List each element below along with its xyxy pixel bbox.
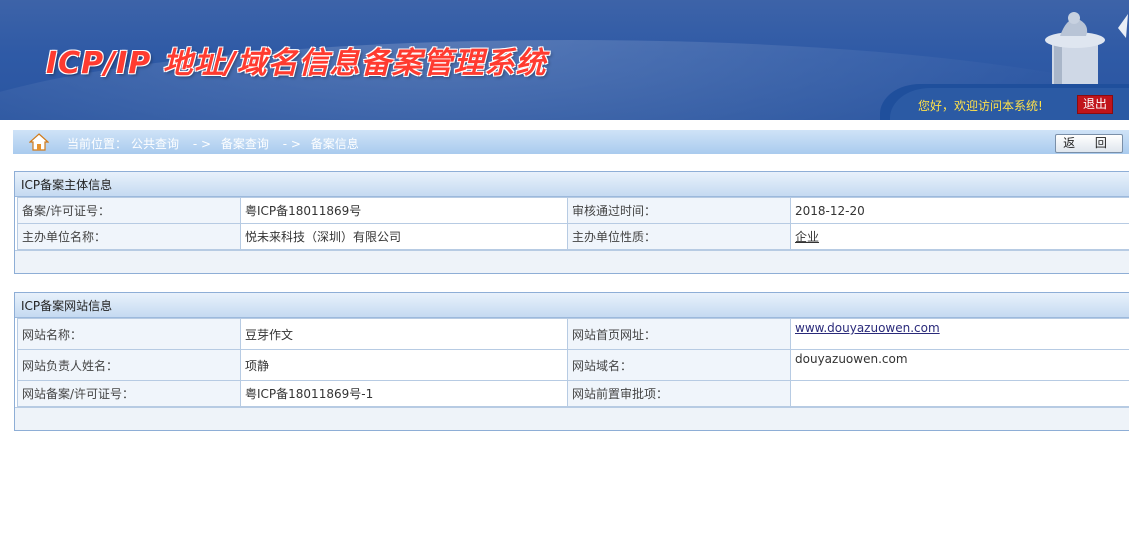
homepage-url-cell: www.douyazuowen.com <box>790 318 1129 350</box>
panel-title: ICP备案网站信息 <box>15 293 1129 318</box>
website-info-panel: ICP备案网站信息 网站名称： 豆芽作文 网站首页网址： www.douyazu… <box>14 292 1129 431</box>
header-banner: ICP/IP 地址/域名信息备案管理系统 您好，欢迎访问本系统! 退出 <box>0 0 1129 120</box>
pre-approval-items <box>790 380 1129 407</box>
organizer-type: 企业 <box>790 223 1129 250</box>
website-domain: douyazuowen.com <box>790 349 1129 381</box>
table-row: 备案/许可证号： 粤ICP备18011869号 审核通过时间： 2018-12-… <box>17 197 1129 224</box>
table-row: 主办单位名称： 悦未来科技（深圳）有限公司 主办单位性质： 企业 <box>17 223 1129 250</box>
logout-button[interactable]: 退出 <box>1077 95 1113 114</box>
organizer-type-text: 企业 <box>795 230 820 244</box>
entity-info-panel: ICP备案主体信息 备案/许可证号： 粤ICP备18011869号 审核通过时间… <box>14 171 1129 274</box>
panel-title: ICP备案主体信息 <box>15 172 1129 197</box>
breadcrumb-text: 当前位置： 公共查询 - > 备案查询 - > 备案信息 <box>67 135 363 152</box>
breadcrumb-item: 备案信息 <box>310 137 359 151</box>
breadcrumb-item: 公共查询 <box>131 137 180 151</box>
license-number: 粤ICP备18011869号 <box>240 197 568 224</box>
field-label: 网站名称： <box>17 318 241 350</box>
home-icon[interactable] <box>29 133 49 151</box>
organizer-name: 悦未来科技（深圳）有限公司 <box>240 223 568 250</box>
field-label: 审核通过时间： <box>567 197 791 224</box>
field-label: 网站负责人姓名： <box>17 349 241 381</box>
table-row: 网站备案/许可证号： 粤ICP备18011869号-1 网站前置审批项： <box>17 380 1129 407</box>
field-label: 备案/许可证号： <box>17 197 241 224</box>
field-label: 网站备案/许可证号： <box>17 380 241 407</box>
entity-info-table: 备案/许可证号： 粤ICP备18011869号 审核通过时间： 2018-12-… <box>17 197 1129 250</box>
homepage-url-link[interactable]: www.douyazuowen.com <box>795 321 940 335</box>
panel-footer <box>15 407 1129 430</box>
back-button[interactable]: 返 回 <box>1055 134 1123 153</box>
system-title: ICP/IP 地址/域名信息备案管理系统 <box>46 46 547 81</box>
field-label: 网站前置审批项： <box>567 380 791 407</box>
breadcrumb-separator: - > <box>282 137 301 151</box>
website-info-table: 网站名称： 豆芽作文 网站首页网址： www.douyazuowen.com 网… <box>17 318 1129 407</box>
breadcrumb-item: 备案查询 <box>220 137 269 151</box>
website-license-number: 粤ICP备18011869号-1 <box>240 380 568 407</box>
welcome-text: 您好，欢迎访问本系统! <box>918 99 1043 113</box>
website-owner: 项静 <box>240 349 568 381</box>
field-label: 主办单位性质： <box>567 223 791 250</box>
breadcrumb: 当前位置： 公共查询 - > 备案查询 - > 备案信息 <box>13 130 1129 154</box>
panel-footer <box>15 250 1129 273</box>
field-label: 网站域名： <box>567 349 791 381</box>
field-label: 网站首页网址： <box>567 318 791 350</box>
website-name: 豆芽作文 <box>240 318 568 350</box>
field-label: 主办单位名称： <box>17 223 241 250</box>
breadcrumb-prefix: 当前位置： <box>67 137 128 151</box>
breadcrumb-separator: - > <box>192 137 212 151</box>
table-row: 网站名称： 豆芽作文 网站首页网址： www.douyazuowen.com <box>17 318 1129 350</box>
table-row: 网站负责人姓名： 项静 网站域名： douyazuowen.com <box>17 349 1129 381</box>
approval-date: 2018-12-20 <box>790 197 1129 224</box>
